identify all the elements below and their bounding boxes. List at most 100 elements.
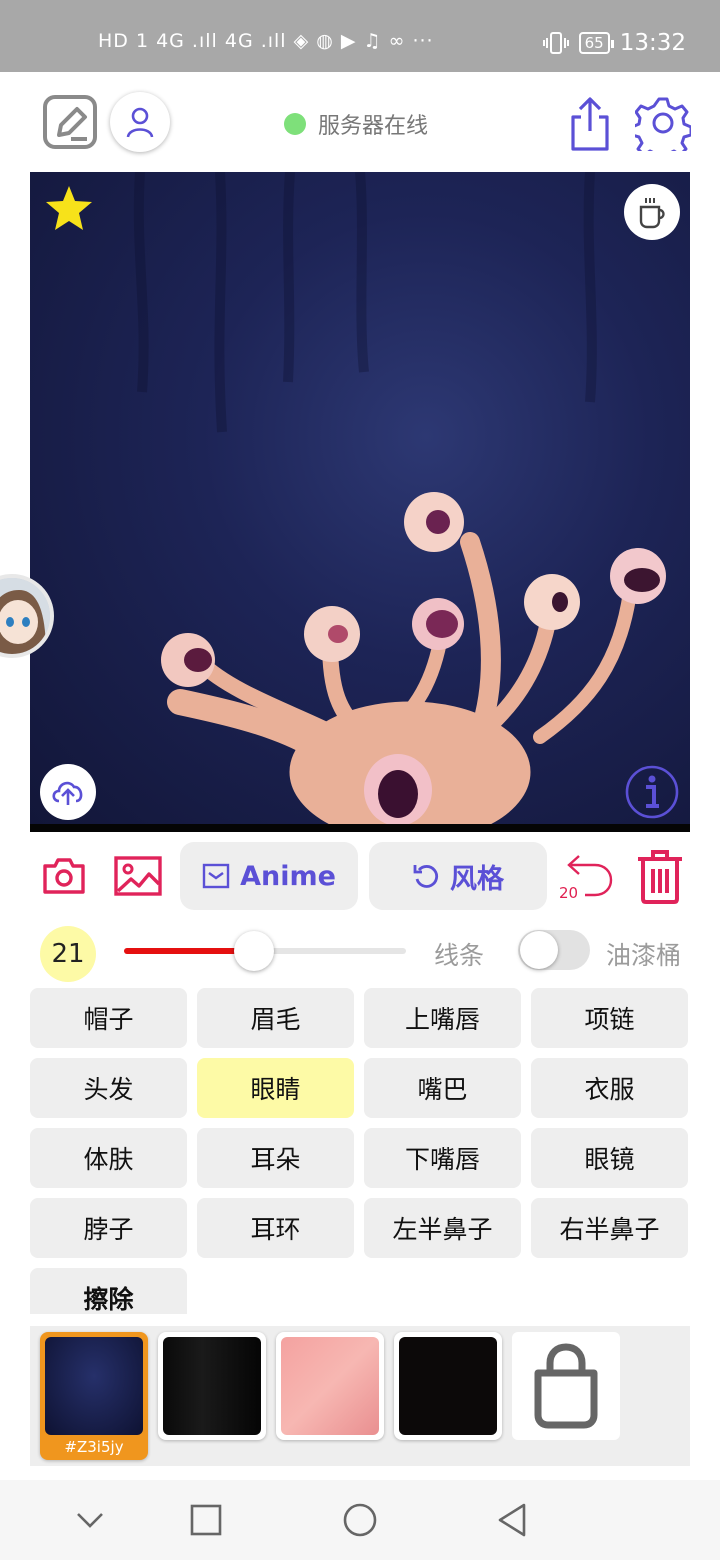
- line-mode-label[interactable]: 线条: [434, 936, 484, 972]
- canvas-bottom-edge: [30, 824, 690, 832]
- style-label: 风格: [450, 863, 504, 895]
- model-label: Anime: [240, 860, 336, 892]
- thumbnail-tag: #Z3i5jy: [64, 1438, 124, 1456]
- camera-icon: [43, 858, 85, 894]
- part-chip[interactable]: 体肤: [30, 1128, 187, 1188]
- part-chip[interactable]: 下嘴唇: [364, 1128, 521, 1188]
- thumbnail-image: [45, 1337, 143, 1435]
- edit-icon: [43, 95, 97, 149]
- upload-button[interactable]: [40, 764, 96, 820]
- status-left-icons: HD 1 4G .ıll 4G .ıll ◈ ◍ ▶ ♫ ∞ ···: [98, 30, 434, 52]
- status-right: 65 13:32: [542, 30, 686, 56]
- shopping-bag-icon: [534, 1343, 598, 1429]
- cloud-upload-icon: [52, 781, 83, 805]
- part-label: 眉毛: [250, 1005, 301, 1034]
- user-icon: [126, 107, 154, 138]
- part-chip[interactable]: 头发: [30, 1058, 187, 1118]
- brush-controls: 21 线条 油漆桶: [0, 920, 720, 984]
- part-label: 下嘴唇: [404, 1145, 480, 1174]
- triangle-back-icon: [498, 1503, 526, 1537]
- favorite-button[interactable]: [44, 184, 94, 236]
- camera-button[interactable]: [40, 852, 88, 900]
- brush-size-badge: 21: [40, 926, 96, 982]
- square-icon: [190, 1504, 222, 1536]
- tool-row: Anime 风格 20: [0, 842, 720, 914]
- part-chip[interactable]: 右半鼻子: [531, 1198, 688, 1258]
- nav-collapse-button[interactable]: [70, 1500, 110, 1540]
- part-chip[interactable]: 耳朵: [197, 1128, 354, 1188]
- history-thumbnail[interactable]: [276, 1332, 384, 1440]
- clock: 13:32: [619, 30, 686, 56]
- part-chip[interactable]: 衣服: [531, 1058, 688, 1118]
- circle-icon: [343, 1503, 377, 1537]
- history-thumbnail[interactable]: [394, 1332, 502, 1440]
- style-button[interactable]: 风格: [369, 842, 547, 910]
- nav-recents-button[interactable]: [186, 1500, 226, 1540]
- share-button[interactable]: [562, 94, 618, 154]
- coffee-button[interactable]: [624, 184, 680, 240]
- part-label: 耳朵: [250, 1145, 301, 1174]
- thumbnail-image: [399, 1337, 497, 1435]
- thumbnail-image: [163, 1337, 261, 1435]
- part-label: 眼睛: [250, 1075, 301, 1104]
- part-chip[interactable]: 左半鼻子: [364, 1198, 521, 1258]
- server-status: 服务器在线: [284, 108, 428, 140]
- edit-button[interactable]: [40, 92, 100, 152]
- erase-chip[interactable]: 擦除: [30, 1268, 187, 1314]
- nav-home-button[interactable]: [340, 1500, 380, 1540]
- part-chip[interactable]: 眼镜: [531, 1128, 688, 1188]
- bucket-label: 油漆桶: [606, 941, 682, 970]
- gallery-button[interactable]: [112, 852, 164, 900]
- part-label: 上嘴唇: [404, 1005, 480, 1034]
- top-bar: 服务器在线: [0, 72, 720, 172]
- part-label: 体肤: [83, 1145, 134, 1174]
- trash-icon: [638, 850, 682, 904]
- share-icon: [571, 97, 609, 151]
- status-dot: [284, 113, 306, 135]
- part-label: 头发: [83, 1075, 134, 1104]
- part-label: 嘴巴: [417, 1075, 468, 1104]
- server-status-label: 服务器在线: [318, 114, 429, 139]
- shop-button[interactable]: [512, 1332, 620, 1440]
- settings-button[interactable]: [634, 94, 692, 152]
- history-thumbnail[interactable]: [158, 1332, 266, 1440]
- delete-button[interactable]: [632, 846, 688, 906]
- rotate-ccw-icon: [413, 865, 439, 888]
- nav-back-button[interactable]: [492, 1500, 532, 1540]
- thumbnail-image: [281, 1337, 379, 1435]
- bucket-toggle[interactable]: [518, 930, 590, 970]
- navigation-bar: [0, 1480, 720, 1560]
- part-label: 眼镜: [584, 1145, 635, 1174]
- drawing-canvas[interactable]: [30, 172, 690, 832]
- part-label: 衣服: [584, 1075, 635, 1104]
- part-chip[interactable]: 项链: [531, 988, 688, 1048]
- part-label: 耳环: [250, 1215, 301, 1244]
- part-chip-selected[interactable]: 眼睛: [197, 1058, 354, 1118]
- image-icon: [114, 856, 162, 896]
- chevron-down-icon: [77, 1513, 103, 1528]
- part-chip[interactable]: 脖子: [30, 1198, 187, 1258]
- part-label: 左半鼻子: [392, 1215, 493, 1244]
- star-icon: [46, 186, 92, 230]
- toggle-knob: [520, 931, 558, 969]
- part-label: 擦除: [83, 1285, 134, 1314]
- brush-size-slider[interactable]: [124, 931, 406, 971]
- part-label: 右半鼻子: [559, 1215, 660, 1244]
- part-chip[interactable]: 帽子: [30, 988, 187, 1048]
- artwork: [133, 172, 666, 832]
- part-label: 帽子: [83, 1005, 134, 1034]
- part-chip[interactable]: 上嘴唇: [364, 988, 521, 1048]
- info-button[interactable]: [624, 764, 680, 824]
- anime-avatar-icon: [0, 578, 50, 654]
- part-chip[interactable]: 眉毛: [197, 988, 354, 1048]
- info-icon: [625, 765, 679, 819]
- account-button[interactable]: [110, 92, 170, 152]
- part-label: 脖子: [83, 1215, 134, 1244]
- model-select-button[interactable]: Anime: [180, 842, 358, 910]
- history-thumbnail[interactable]: #Z3i5jy: [40, 1332, 148, 1460]
- vibrate-icon: [542, 32, 569, 54]
- slider-thumb[interactable]: [233, 931, 274, 971]
- part-chip[interactable]: 耳环: [197, 1198, 354, 1258]
- status-bar: HD 1 4G .ıll 4G .ıll ◈ ◍ ▶ ♫ ∞ ··· 65 13…: [0, 0, 720, 72]
- part-chip[interactable]: 嘴巴: [364, 1058, 521, 1118]
